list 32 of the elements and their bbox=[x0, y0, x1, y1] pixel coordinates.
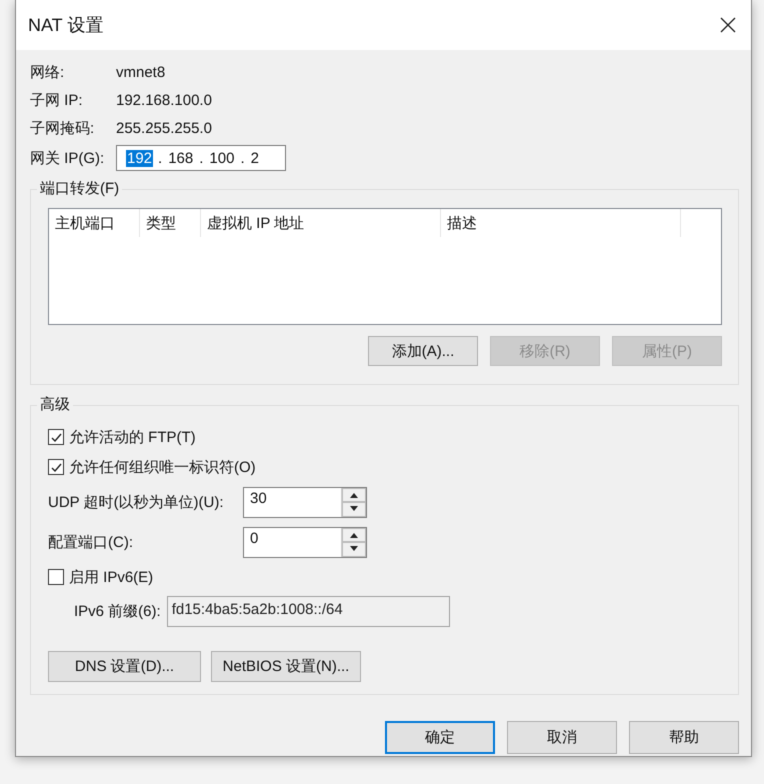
checkbox-label[interactable]: 允许任何组织唯一标识符(O) bbox=[69, 458, 256, 476]
group-title: 端口转发(F) bbox=[37, 179, 122, 198]
field-value: 192.168.100.0 bbox=[116, 92, 212, 108]
dialog-button[interactable]: 取消 bbox=[507, 721, 617, 754]
group-title: 高级 bbox=[37, 395, 73, 414]
field-label: UDP 超时(以秒为单位)(U): bbox=[48, 492, 225, 512]
dialog-button[interactable]: 帮助 bbox=[629, 721, 739, 754]
dialog-button[interactable]: NetBIOS 设置(N)... bbox=[211, 651, 361, 682]
field-label: IPv6 前缀(6): bbox=[74, 602, 161, 621]
column-header[interactable]: 类型 bbox=[140, 209, 201, 237]
checkbox-label[interactable]: 允许活动的 FTP(T) bbox=[69, 428, 196, 446]
checkbox[interactable] bbox=[48, 429, 64, 445]
field-label: 子网 IP: bbox=[30, 90, 84, 110]
checkbox[interactable] bbox=[48, 459, 64, 475]
port-forwarding-list[interactable]: 主机端口 类型 虚拟机 IP 地址 描述 bbox=[48, 208, 722, 325]
dialog-button[interactable]: DNS 设置(D)... bbox=[48, 651, 201, 682]
field-value: vmnet8 bbox=[116, 64, 166, 80]
column-header[interactable]: 虚拟机 IP 地址 bbox=[201, 209, 441, 237]
checkbox-label[interactable]: 启用 IPv6(E) bbox=[69, 568, 154, 586]
column-header[interactable]: 主机端口 bbox=[49, 209, 140, 237]
field-label: 配置端口(C): bbox=[48, 532, 134, 552]
dialog-button[interactable]: 确定 bbox=[385, 721, 495, 754]
checkbox[interactable] bbox=[48, 569, 64, 585]
dialog-button[interactable]: 添加(A)... bbox=[368, 336, 478, 366]
field-label: 网络: bbox=[30, 62, 66, 82]
prefix-field[interactable]: fd15:4ba5:5a2b:1008::/64 bbox=[166, 596, 450, 627]
field-label: 子网掩码: bbox=[30, 118, 96, 138]
window-title: NAT 设置 bbox=[28, 14, 104, 37]
ip-address-field[interactable]: 192 . 168 . 100 . 2 bbox=[116, 145, 286, 171]
field-value: 255.255.255.0 bbox=[116, 120, 212, 136]
field-label: 网关 IP(G): bbox=[30, 148, 106, 168]
column-header[interactable]: 描述 bbox=[441, 209, 681, 237]
